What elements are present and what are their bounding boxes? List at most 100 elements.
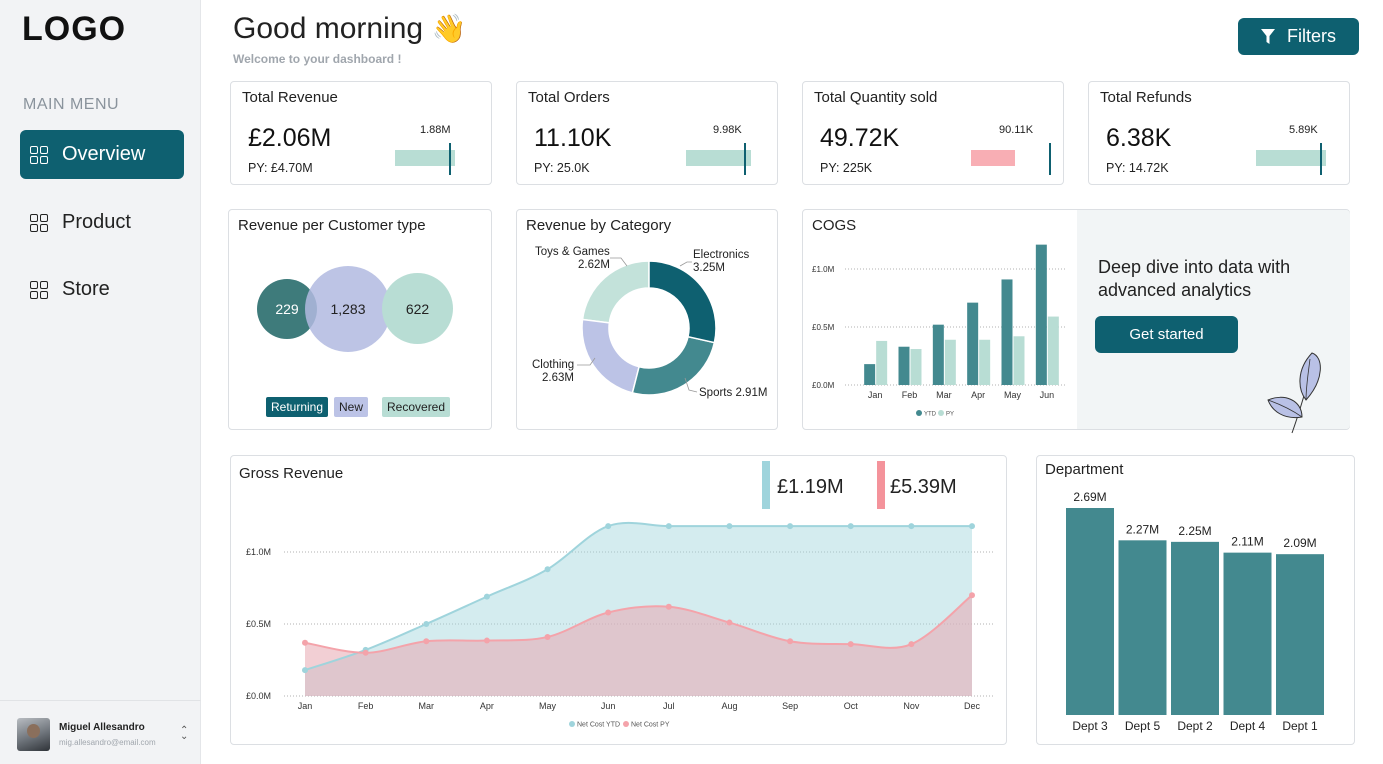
- kpi-actual-bar: [1256, 150, 1326, 166]
- x-tick-label: May: [539, 701, 557, 711]
- cogs-card: COGS £0.0M £0.5M £1.0M Jan Feb Mar Apr May Jun YT…: [802, 209, 1350, 434]
- cta-text: Deep dive into data with advanced analyt…: [1098, 257, 1291, 300]
- bar-value-label: 2.09M: [1283, 536, 1316, 550]
- slice-value-label: 2.63M: [542, 372, 574, 384]
- data-point: [787, 523, 794, 530]
- venn-circle-recovered[interactable]: 622: [382, 273, 453, 344]
- customer-type-card: Revenue per Customer type 229 1,283 622 …: [228, 209, 492, 430]
- x-tick-label: Apr: [480, 701, 494, 711]
- x-tick-label: Jun: [601, 701, 616, 711]
- bar-ytd: [932, 324, 944, 385]
- kpi-target-marker: [1049, 143, 1051, 175]
- data-point: [423, 621, 430, 627]
- y-tick-label: £0.5M: [812, 323, 835, 332]
- sidebar-item-store[interactable]: Store: [20, 265, 184, 314]
- filters-label: Filters: [1287, 26, 1336, 46]
- legend-marker: [938, 410, 944, 416]
- data-point: [362, 649, 369, 656]
- x-tick-label: Apr: [971, 390, 985, 400]
- legend-marker: [569, 721, 575, 727]
- bar-value-label: 2.11M: [1231, 535, 1263, 549]
- bar: [1118, 540, 1167, 715]
- bar-value-label: 2.25M: [1178, 524, 1211, 538]
- kpi-target-marker: [744, 143, 746, 175]
- kpi-card-orders[interactable]: Total Orders 11.10K PY: 25.0K 9.98K: [516, 81, 778, 185]
- venn-value: 1,283: [330, 301, 366, 317]
- legend-label: Net Cost YTD: [577, 722, 620, 729]
- kpi-py: PY: 25.0K: [534, 161, 590, 175]
- page-subtitle: Welcome to your dashboard !: [233, 52, 402, 66]
- x-tick-label: Dept 4: [1230, 719, 1266, 733]
- sidebar-item-label: Product: [62, 211, 131, 233]
- x-tick-label: Feb: [902, 390, 918, 400]
- x-tick-label: Aug: [721, 701, 737, 711]
- legend-marker: [916, 410, 922, 416]
- kpi-title: Total Quantity sold: [814, 89, 938, 106]
- category-card: Revenue by Category Electronics 3.25M To…: [516, 209, 778, 430]
- data-point: [787, 638, 794, 645]
- kpi-card-quantity[interactable]: Total Quantity sold 49.72K PY: 225K 90.1…: [802, 81, 1064, 185]
- legend-chip-new[interactable]: New: [334, 397, 369, 417]
- data-point: [726, 619, 733, 626]
- x-tick-label: Jun: [1040, 390, 1055, 400]
- x-tick-label: Dept 2: [1177, 719, 1213, 733]
- bar-py: [876, 340, 888, 385]
- x-tick-label: Oct: [844, 701, 859, 711]
- cogs-chart: £0.0M £0.5M £1.0M Jan Feb Mar Apr May Jun YTD PY: [812, 244, 1065, 418]
- donut-slice: [581, 318, 640, 394]
- page-title: Good morning 👋: [233, 12, 466, 46]
- kpi-card-refunds[interactable]: Total Refunds 6.38K PY: 14.72K 5.89K: [1088, 81, 1350, 185]
- sidebar-item-label: Overview: [62, 143, 146, 165]
- x-tick-label: Mar: [936, 390, 952, 400]
- bar-py: [1013, 336, 1025, 385]
- data-point: [483, 637, 490, 644]
- department-chart: 2.69M Dept 3 2.27M Dept 5 2.25M Dept 2 2.11M De…: [1066, 490, 1324, 733]
- kpi-value: 11.10K: [534, 124, 612, 152]
- bar-py: [944, 339, 956, 385]
- kpi-value: 6.38K: [1106, 124, 1172, 152]
- data-point: [423, 638, 430, 645]
- venn-circle-new[interactable]: 1,283: [305, 266, 391, 352]
- waving-hand-icon: 👋: [431, 13, 467, 44]
- bar: [1223, 552, 1272, 715]
- kpi-target: 1.88M: [420, 124, 451, 136]
- kpi-py: PY: 14.72K: [1106, 161, 1169, 175]
- chevron-up-down-icon[interactable]: ⌃ ⌄: [180, 726, 188, 742]
- kpi-value: 49.72K: [820, 124, 900, 152]
- sidebar-item-product[interactable]: Product: [20, 198, 184, 247]
- legend-chip-returning[interactable]: Returning: [266, 397, 329, 417]
- sidebar-item-overview[interactable]: Overview: [20, 130, 184, 179]
- bar-value-label: 2.27M: [1126, 522, 1159, 536]
- sidebar: LOGO MAIN MENU Overview Product Store Mi…: [0, 0, 201, 764]
- data-point: [969, 523, 975, 530]
- data-point: [605, 523, 612, 530]
- data-point: [847, 523, 854, 530]
- data-point: [302, 639, 308, 646]
- leaf-illustration-icon: [1267, 352, 1321, 434]
- x-tick-label: Dept 3: [1072, 719, 1108, 733]
- y-tick-label: £0.0M: [246, 691, 271, 701]
- bar: [1171, 541, 1219, 715]
- slice-value-label: 2.62M: [578, 259, 610, 271]
- slice-label: Sports 2.91M: [699, 387, 767, 399]
- venn-value: 622: [405, 300, 430, 317]
- bar-ytd: [1001, 279, 1013, 385]
- bar-py: [979, 339, 991, 385]
- kpi-target: 9.98K: [713, 124, 742, 136]
- kpi-card-revenue[interactable]: Total Revenue £2.06M PY: £4.70M 1.88M: [230, 81, 492, 185]
- kpi-target-marker: [449, 143, 451, 175]
- kpi-actual-bar: [395, 150, 455, 166]
- legend-chip-recovered[interactable]: Recovered: [382, 397, 451, 417]
- get-started-button[interactable]: Get started: [1095, 316, 1238, 353]
- filters-button[interactable]: Filters: [1238, 18, 1359, 55]
- y-tick-label: £1.0M: [812, 265, 835, 274]
- x-tick-label: Jan: [298, 701, 313, 711]
- data-point: [665, 523, 672, 530]
- user-profile[interactable]: Miguel Allesandro mig.allesandro@email.c…: [0, 700, 201, 764]
- user-name: Miguel Allesandro: [59, 722, 145, 733]
- slice-value-label: 3.25M: [693, 262, 725, 274]
- x-tick-label: Nov: [903, 701, 920, 711]
- avatar: [17, 718, 50, 751]
- leader-line: [679, 261, 692, 267]
- slice-value-label: 2.91M: [735, 387, 767, 399]
